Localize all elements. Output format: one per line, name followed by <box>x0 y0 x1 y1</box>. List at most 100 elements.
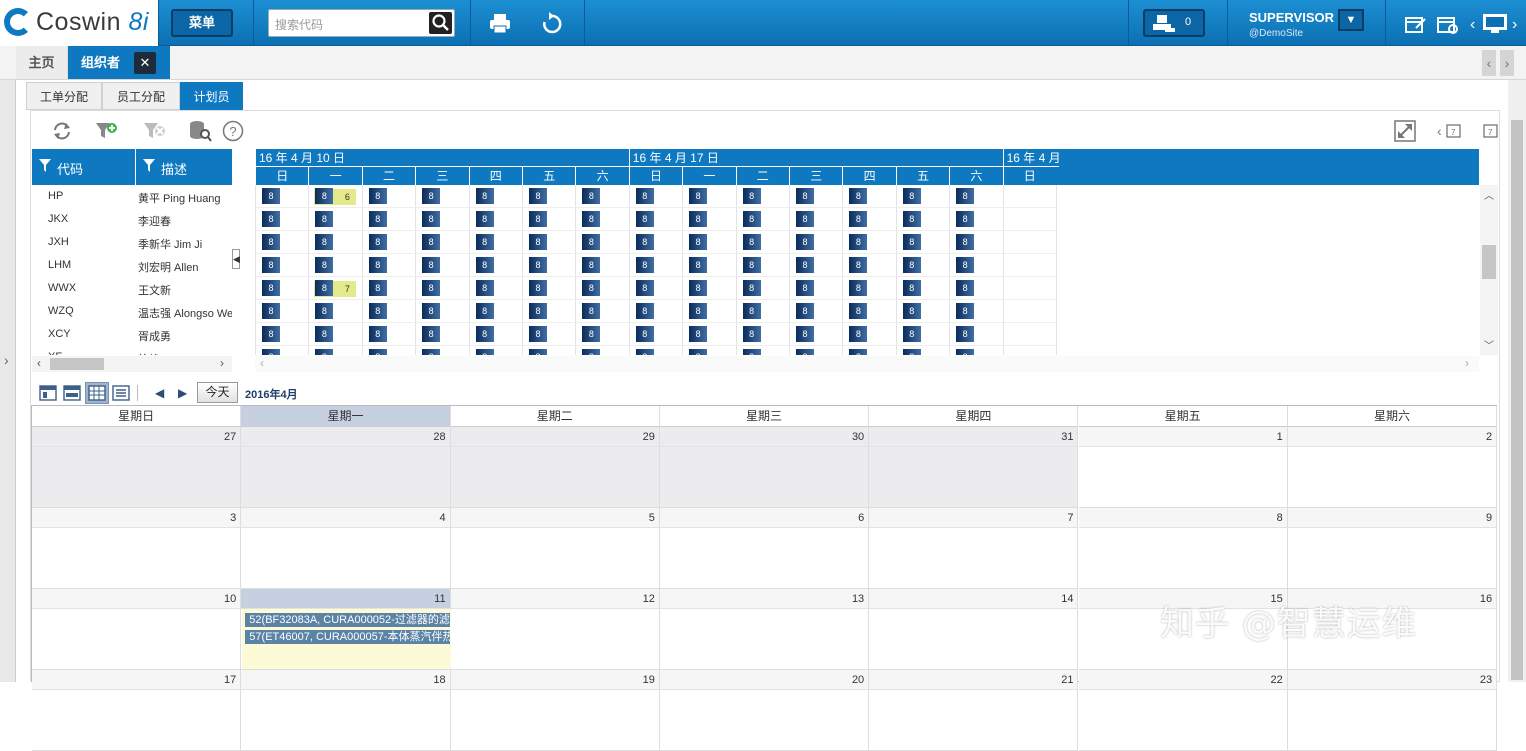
capacity-cell[interactable]: 8 <box>956 188 975 204</box>
scroll-left-icon[interactable]: ‹ <box>37 356 41 370</box>
search-input[interactable]: 搜索代码 <box>268 9 455 37</box>
grid-vscrollbar[interactable]: ︿ ﹀ <box>1480 185 1498 355</box>
capacity-cell[interactable]: 8 <box>689 326 708 342</box>
tab-organizer[interactable]: 组织者 ✕ <box>68 46 170 79</box>
capacity-cell[interactable]: 8 <box>422 326 441 342</box>
calendar-day-number[interactable]: 31 <box>869 427 1079 447</box>
capacity-cell[interactable]: 8 <box>315 303 334 319</box>
calendar-day-number[interactable]: 22 <box>1078 670 1288 690</box>
capacity-cell[interactable]: 8 <box>849 211 868 227</box>
grid-vscrollbar-thumb[interactable] <box>1482 245 1496 279</box>
subtab-planner[interactable]: 计划员 <box>180 82 243 110</box>
capacity-cell[interactable]: 8 <box>849 349 868 355</box>
print-icon[interactable] <box>488 12 512 38</box>
calendar-day-number[interactable]: 18 <box>241 670 451 690</box>
database-search-icon[interactable] <box>188 120 212 142</box>
calendar-day-number[interactable]: 10 <box>32 589 242 609</box>
capacity-cell[interactable]: 8 <box>796 349 814 355</box>
resource-row[interactable]: JKX 李迎春 <box>32 208 232 231</box>
calendar-day-number[interactable]: 5 <box>450 508 660 528</box>
capacity-cell[interactable]: 8 <box>796 280 814 296</box>
resource-row[interactable]: JXH 季新华 Jim Ji <box>32 231 232 254</box>
capacity-cell[interactable]: 8 <box>368 188 387 204</box>
next-month-icon[interactable]: ▶ <box>178 386 188 400</box>
capacity-cell[interactable]: 8 <box>635 349 654 355</box>
capacity-cell[interactable]: 8 <box>529 326 547 342</box>
capacity-cell[interactable]: 8 <box>368 349 387 355</box>
capacity-cell[interactable]: 8 <box>262 257 280 273</box>
capacity-cell[interactable]: 8 <box>849 326 868 342</box>
capacity-cell[interactable]: 8 <box>422 349 441 355</box>
capacity-cell[interactable]: 8 <box>849 303 868 319</box>
search-button[interactable] <box>429 12 452 34</box>
capacity-cell[interactable]: 8 <box>796 211 814 227</box>
capacity-cell[interactable]: 8 <box>475 326 494 342</box>
scroll-right-icon[interactable]: › <box>220 356 224 370</box>
capacity-cell[interactable]: 8 <box>796 257 814 273</box>
capacity-cell[interactable]: 8 <box>315 188 334 204</box>
capacity-cell[interactable]: 8 <box>315 211 334 227</box>
calendar-day-number[interactable]: 27 <box>32 427 242 447</box>
capacity-cell[interactable]: 8 <box>635 303 654 319</box>
capacity-cell[interactable]: 8 <box>262 349 280 355</box>
capacity-cell[interactable]: 8 <box>582 326 601 342</box>
capacity-cell[interactable]: 8 <box>689 257 708 273</box>
capacity-cell[interactable]: 8 <box>475 349 494 355</box>
day-view-icon[interactable] <box>39 385 57 401</box>
capacity-cell[interactable]: 8 <box>262 234 280 250</box>
capacity-cell[interactable]: 8 <box>529 303 547 319</box>
capacity-cell[interactable]: 8 <box>742 326 761 342</box>
capacity-cell[interactable]: 8 <box>315 349 334 355</box>
capacity-cell[interactable]: 8 <box>689 349 708 355</box>
capacity-cell[interactable]: 8 <box>796 303 814 319</box>
capacity-cell[interactable]: 8 <box>262 280 280 296</box>
capacity-cell[interactable]: 8 <box>368 326 387 342</box>
capacity-cell[interactable]: 8 <box>689 280 708 296</box>
capacity-cell[interactable]: 8 <box>956 257 975 273</box>
capacity-cell[interactable]: 8 <box>315 326 334 342</box>
prev-month-icon[interactable]: ◀ <box>155 386 165 400</box>
capacity-cell[interactable]: 8 <box>902 257 921 273</box>
subtab-staff-assign[interactable]: 员工分配 <box>102 82 180 110</box>
capacity-cell[interactable]: 8 <box>796 326 814 342</box>
resource-row[interactable]: XCY 胥成勇 <box>32 323 232 346</box>
capacity-cell[interactable]: 8 <box>422 234 441 250</box>
capacity-cell[interactable]: 8 <box>368 211 387 227</box>
filter-clear-icon[interactable] <box>143 120 165 142</box>
chevron-right-icon[interactable]: › <box>1512 14 1517 36</box>
capacity-cell[interactable]: 8 <box>742 303 761 319</box>
capacity-cell[interactable]: 8 <box>956 326 975 342</box>
capacity-cell[interactable]: 8 <box>475 280 494 296</box>
capacity-cell[interactable]: 8 <box>582 188 601 204</box>
capacity-cell[interactable]: 8 <box>582 280 601 296</box>
capacity-cell[interactable]: 8 <box>422 211 441 227</box>
capacity-cell[interactable]: 8 <box>582 211 601 227</box>
resource-row[interactable]: WWX 王文新 <box>32 277 232 300</box>
capacity-cell[interactable]: 8 <box>582 257 601 273</box>
calendar-day-number[interactable]: 19 <box>450 670 660 690</box>
menu-button[interactable]: 菜单 <box>171 9 233 37</box>
calendar-day-number[interactable]: 4 <box>241 508 451 528</box>
capacity-cell[interactable]: 8 <box>902 303 921 319</box>
tab-home[interactable]: 主页 <box>16 46 68 79</box>
splitter-handle-icon[interactable]: ◀ <box>232 249 240 269</box>
resource-row[interactable]: WZQ 温志强 Alongso Wen <box>32 300 232 323</box>
capacity-cell[interactable]: 8 <box>742 211 761 227</box>
capacity-cell[interactable]: 8 <box>635 326 654 342</box>
capacity-cell[interactable]: 8 <box>742 280 761 296</box>
week-view-icon[interactable] <box>63 385 81 401</box>
chevron-left-icon[interactable]: ‹ <box>1470 14 1475 36</box>
capacity-cell[interactable]: 8 <box>956 211 975 227</box>
help-icon[interactable]: ? <box>222 120 244 142</box>
capacity-cell[interactable]: 8 <box>262 303 280 319</box>
capacity-cell[interactable]: 8 <box>902 211 921 227</box>
capacity-cell[interactable]: 8 <box>742 349 761 355</box>
capacity-cell[interactable]: 8 <box>475 211 494 227</box>
capacity-cell[interactable]: 8 <box>689 303 708 319</box>
calendar-next-icon[interactable]: 7 <box>1481 122 1501 144</box>
list-view-icon[interactable] <box>112 385 130 401</box>
capacity-cell[interactable]: 8 <box>529 349 547 355</box>
capacity-cell[interactable]: 8 <box>796 234 814 250</box>
capacity-cell[interactable]: 8 <box>582 234 601 250</box>
capacity-cell[interactable]: 8 <box>635 234 654 250</box>
